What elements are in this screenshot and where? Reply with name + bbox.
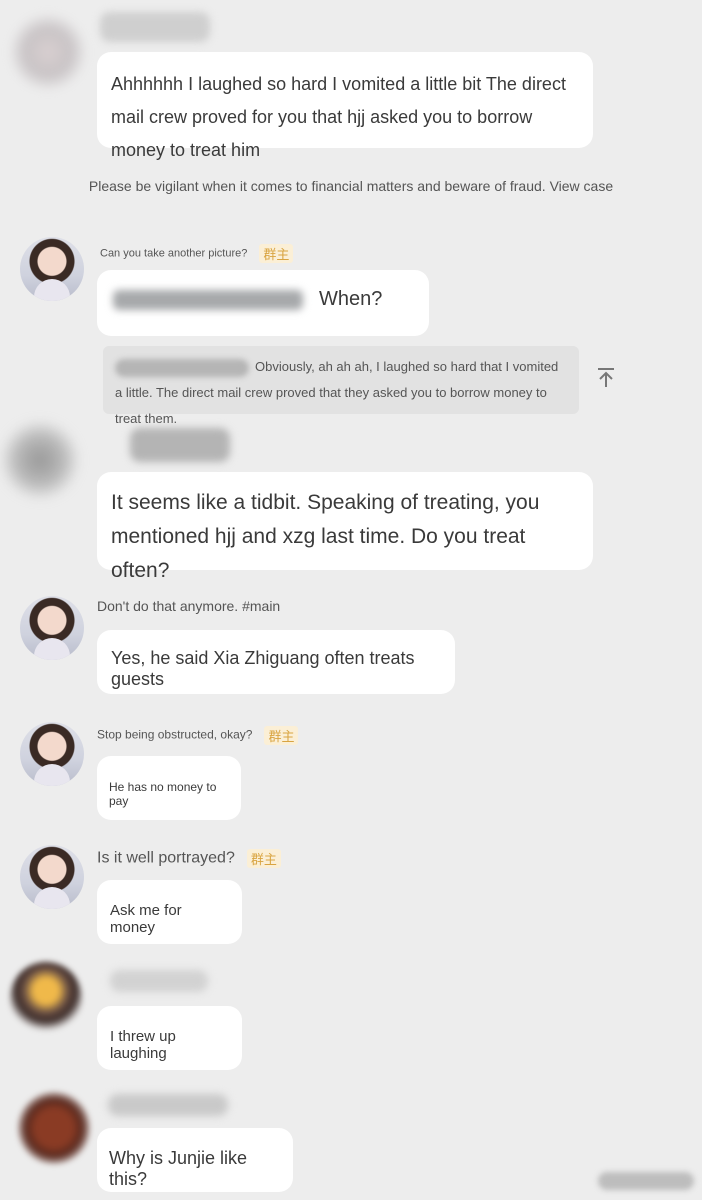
message-text: Ahhhhhh I laughed so hard I vomited a li…	[111, 74, 566, 160]
message-bubble[interactable]: When?	[97, 270, 429, 336]
avatar[interactable]	[20, 596, 84, 660]
sender-name: Stop being obstructed, okay? 群主	[97, 726, 299, 745]
message-bubble[interactable]: Why is Junjie like this?	[97, 1128, 293, 1192]
avatar[interactable]	[20, 722, 84, 786]
blurred-name	[100, 12, 210, 42]
message-text: He has no money to pay	[109, 780, 217, 808]
blurred-name	[130, 428, 230, 462]
notice-text: Please be vigilant when it comes to fina…	[88, 178, 614, 194]
message-text: Ask me for money	[110, 902, 182, 936]
sender-name: Don't do that anymore. #main	[97, 598, 281, 614]
message-bubble[interactable]: He has no money to pay	[97, 756, 241, 820]
group-owner-badge: 群主	[259, 244, 294, 263]
message-text: When?	[319, 288, 383, 310]
message-text: I threw up laughing	[110, 1028, 176, 1062]
blurred-avatar[interactable]	[18, 1092, 90, 1164]
fraud-warning-notice[interactable]: Please be vigilant when it comes to fina…	[0, 178, 702, 194]
message-bubble[interactable]: Ahhhhhh I laughed so hard I vomited a li…	[97, 52, 593, 160]
message-bubble[interactable]: Yes, he said Xia Zhiguang often treats g…	[97, 630, 455, 694]
blurred-avatar[interactable]	[8, 12, 88, 92]
blurred-content	[113, 290, 303, 310]
group-owner-badge: 群主	[246, 849, 281, 868]
message-bubble[interactable]: I threw up laughing	[97, 1006, 242, 1070]
watermark	[598, 1172, 694, 1190]
message-bubble[interactable]: It seems like a tidbit. Speaking of trea…	[97, 472, 593, 582]
sender-name: Is it well portrayed? 群主	[97, 849, 281, 868]
blurred-name	[110, 970, 208, 992]
blurred-name	[108, 1094, 228, 1116]
group-owner-badge: 群主	[264, 726, 299, 745]
sender-name: Can you take another picture? 群主	[100, 244, 294, 263]
message-text: Yes, he said Xia Zhiguang often treats g…	[111, 648, 415, 689]
avatar[interactable]	[20, 237, 84, 301]
message-text: It seems like a tidbit. Speaking of trea…	[111, 491, 540, 582]
quoted-message[interactable]: Obviously, ah ah ah, I laughed so hard t…	[103, 346, 579, 426]
avatar[interactable]	[20, 845, 84, 909]
pin-to-top-icon[interactable]	[594, 367, 618, 391]
blurred-avatar[interactable]	[10, 962, 82, 1034]
blurred-avatar[interactable]	[0, 420, 80, 500]
message-bubble[interactable]: Ask me for money	[97, 880, 242, 944]
blurred-quote-sender	[115, 358, 249, 377]
message-text: Why is Junjie like this?	[109, 1148, 248, 1189]
